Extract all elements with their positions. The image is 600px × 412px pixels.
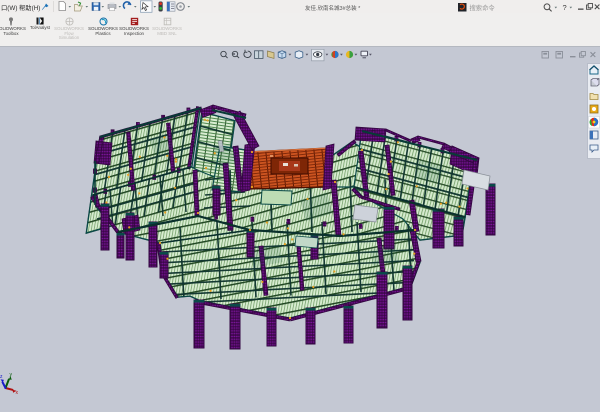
svg-text:y: y — [10, 372, 13, 378]
svg-text:x: x — [16, 390, 19, 396]
svg-text:?: ? — [563, 3, 567, 12]
svg-text:搜索命令: 搜索命令 — [470, 3, 496, 12]
svg-text:z: z — [0, 374, 3, 380]
